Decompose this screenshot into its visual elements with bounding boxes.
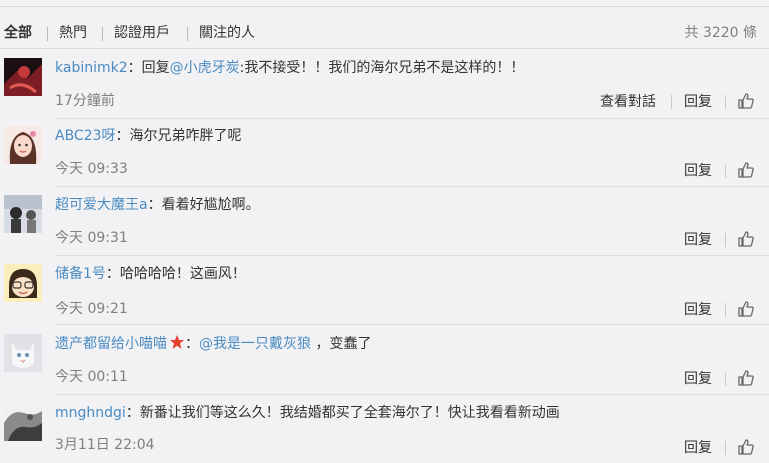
separator: ： (127, 60, 142, 76)
action-divider (725, 372, 726, 386)
reply-button[interactable]: 回复 (684, 161, 712, 181)
action-divider (725, 441, 726, 455)
comment-item: 超可爱大魔王a：看着好尴尬啊。 今天 09:31 回复 (0, 195, 769, 256)
comment-item: ABC23呀：海尔兄弟咋胖了呢 今天 09:33 回复 (0, 126, 769, 187)
action-divider (671, 95, 672, 109)
thumbs-up-icon[interactable] (737, 438, 755, 456)
filter-tabs: 全部 熱門 認證用戶 關注的人 (0, 22, 769, 46)
tab-hot[interactable]: 熱門 (59, 22, 87, 44)
comment-body: 海尔兄弟咋胖了呢 (129, 128, 242, 144)
avatar[interactable] (4, 195, 42, 233)
comment-divider (55, 255, 769, 256)
comment-time: 今天 09:21 (55, 301, 128, 317)
comment-item: 储备1号：哈哈哈哈！这画风！ 今天 09:21 回复 (0, 264, 769, 325)
comment-item: mnghndgi：新番让我们等这么久！我结婚都买了全套海尔了！快让我看看新动画 … (0, 403, 769, 463)
comment-item: kabinimk2：回复@小虎牙炭:我不接受！！我们的海尔兄弟不是这样的！！ 1… (0, 58, 769, 119)
comment-body: ，变蠢了 (311, 336, 372, 352)
comment-time: 今天 09:31 (55, 230, 128, 246)
top-border (0, 6, 769, 7)
thumbs-up-icon[interactable] (737, 369, 755, 387)
comment-text: 储备1号：哈哈哈哈！这画风！ (55, 264, 246, 284)
reply-button[interactable]: 回复 (684, 230, 712, 250)
comment-body: 哈哈哈哈！这画风！ (119, 266, 246, 282)
comment-body: 看着好尴尬啊。 (161, 197, 260, 213)
reply-button[interactable]: 回复 (684, 92, 712, 112)
avatar[interactable] (4, 264, 42, 302)
thumbs-up-icon[interactable] (737, 92, 755, 110)
action-divider (725, 95, 726, 109)
comment-divider (55, 394, 769, 395)
separator: ： (105, 266, 120, 282)
comment-divider (55, 186, 769, 187)
comment-text: 超可爱大魔王a：看着好尴尬啊。 (55, 195, 260, 215)
reply-button[interactable]: 回复 (684, 369, 712, 389)
tab-divider (47, 27, 48, 41)
avatar[interactable] (4, 403, 42, 441)
comment-text: mnghndgi：新番让我们等这么久！我结婚都买了全套海尔了！快让我看看新动画 (55, 403, 560, 423)
separator: ： (125, 405, 140, 421)
thumbs-up-icon[interactable] (737, 161, 755, 179)
comment-time: 17分鐘前 (55, 93, 115, 109)
tab-following[interactable]: 關注的人 (199, 22, 255, 44)
comment-count: 共 3220 條 (684, 25, 757, 41)
reply-prefix: 回复 (141, 60, 170, 76)
comment-time: 今天 00:11 (55, 369, 128, 385)
tab-verified-users[interactable]: 認證用戶 (114, 22, 170, 44)
comment-time: 今天 09:33 (55, 161, 128, 177)
separator: ： (147, 197, 162, 213)
username-link[interactable]: kabinimk2 (55, 60, 128, 76)
comment-body: :我不接受！！我们的海尔兄弟不是这样的！！ (239, 60, 525, 76)
username-link[interactable]: ABC23呀 (55, 128, 116, 144)
tab-all[interactable]: 全部 (4, 22, 32, 44)
comment-text: ABC23呀：海尔兄弟咋胖了呢 (55, 126, 242, 146)
username-link[interactable]: mnghndgi (55, 405, 126, 421)
comment-divider (55, 118, 769, 119)
comment-divider (55, 324, 769, 325)
star-badge-icon[interactable] (169, 334, 185, 356)
comment-text: kabinimk2：回复@小虎牙炭:我不接受！！我们的海尔兄弟不是这样的！！ (55, 58, 524, 78)
avatar[interactable] (4, 334, 42, 372)
action-divider (725, 233, 726, 247)
username-link[interactable]: 遗产都留给小喵喵 (55, 336, 167, 352)
avatar[interactable] (4, 126, 42, 164)
action-divider (725, 303, 726, 317)
reply-button[interactable]: 回复 (684, 300, 712, 320)
comment-body: 新番让我们等这么久！我结婚都买了全套海尔了！快让我看看新动画 (139, 405, 560, 421)
reply-button[interactable]: 回复 (684, 438, 712, 458)
tab-divider (102, 27, 103, 41)
tabs-divider (0, 48, 769, 49)
thumbs-up-icon[interactable] (737, 230, 755, 248)
tab-divider (187, 27, 188, 41)
avatar[interactable] (4, 58, 42, 96)
view-conversation-button[interactable]: 查看對話 (600, 92, 656, 112)
mention-link[interactable]: @小虎牙炭 (170, 60, 240, 76)
thumbs-up-icon[interactable] (737, 300, 755, 318)
comment-text: 遗产都留给小喵喵 ：@我是一只戴灰狼 ，变蠢了 (55, 334, 371, 356)
separator: ： (185, 336, 199, 352)
comment-item: 遗产都留给小喵喵 ：@我是一只戴灰狼 ，变蠢了 今天 00:11 回复 (0, 334, 769, 395)
comment-time: 3月11日 22:04 (55, 437, 155, 453)
mention-link[interactable]: @我是一只戴灰狼 (199, 336, 311, 352)
separator: ： (115, 128, 130, 144)
username-link[interactable]: 储备1号 (55, 266, 106, 282)
action-divider (725, 164, 726, 178)
username-link[interactable]: 超可爱大魔王a (55, 197, 148, 213)
